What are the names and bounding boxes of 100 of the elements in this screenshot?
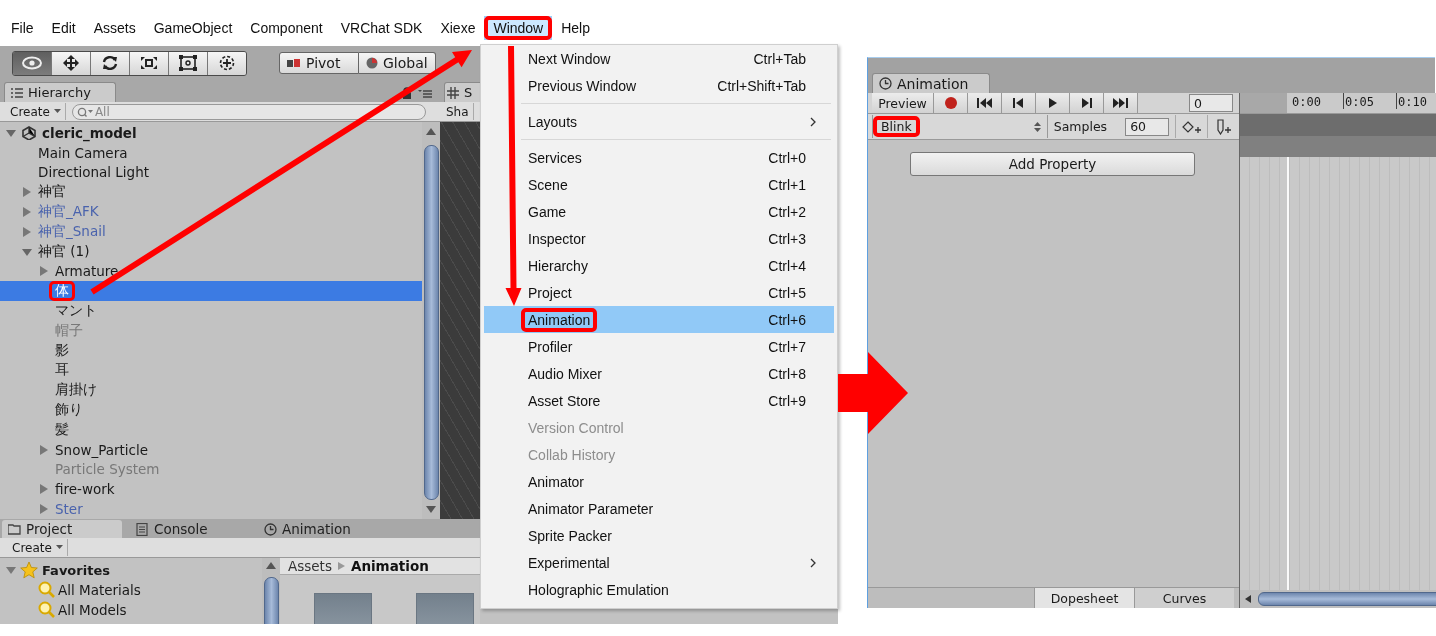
- menu-item[interactable]: Previous Window Ctrl+Shift+Tab: [484, 72, 834, 99]
- tool-button[interactable]: [13, 51, 52, 75]
- menu-item[interactable]: Holographic Emulation: [484, 576, 834, 603]
- hierarchy-item[interactable]: Snow_Particle: [0, 439, 422, 460]
- panel-tab[interactable]: Console: [130, 520, 250, 538]
- scrollbar[interactable]: [422, 122, 440, 519]
- hierarchy-item[interactable]: 耳: [0, 360, 422, 381]
- shading-dropdown[interactable]: Sha: [442, 103, 474, 120]
- transport-button[interactable]: [968, 93, 1002, 113]
- frame-field[interactable]: 0: [1189, 94, 1233, 112]
- menu-item[interactable]: Experimental: [484, 549, 834, 576]
- hierarchy-item[interactable]: 飾り: [0, 400, 422, 420]
- favorites-item[interactable]: All Materials: [0, 580, 262, 600]
- panel-tab[interactable]: Animation: [258, 520, 378, 538]
- panel-tab[interactable]: Project: [2, 520, 122, 538]
- create-dropdown[interactable]: Create: [8, 539, 68, 556]
- menu-item[interactable]: Help: [552, 16, 599, 40]
- hierarchy-tab[interactable]: Hierarchy: [4, 82, 116, 102]
- breadcrumb-link[interactable]: Assets: [288, 558, 332, 574]
- menu-item[interactable]: Window: [484, 16, 553, 40]
- search-icon: [76, 106, 93, 117]
- unity-scene-icon: [22, 125, 36, 140]
- menu-item[interactable]: Assets: [84, 16, 145, 40]
- transport-button[interactable]: [1036, 93, 1070, 113]
- tool-button[interactable]: [52, 51, 91, 75]
- menu-item[interactable]: Component: [241, 16, 332, 40]
- search-icon: [38, 581, 56, 599]
- view-tab[interactable]: Curves: [1134, 588, 1234, 608]
- scrollbar[interactable]: [262, 558, 280, 624]
- menu-item[interactable]: Hierarchy Ctrl+4: [484, 252, 834, 279]
- time-label: 0:00: [1291, 94, 1322, 109]
- menu-item[interactable]: Project Ctrl+5: [484, 279, 834, 306]
- hierarchy-item[interactable]: 体: [0, 281, 422, 302]
- time-label: 0:10: [1396, 93, 1436, 109]
- asset-thumbnail[interactable]: [314, 593, 372, 624]
- breadcrumb-link[interactable]: Animation: [350, 558, 429, 574]
- hierarchy-item[interactable]: 神官 (1): [0, 241, 422, 262]
- menu-item[interactable]: Animator: [484, 468, 834, 495]
- menu-item[interactable]: File: [2, 16, 43, 40]
- global-button[interactable]: Global: [359, 52, 436, 74]
- add-property-button[interactable]: Add Property: [910, 152, 1195, 176]
- hierarchy-item[interactable]: Main Camera: [0, 142, 422, 163]
- menu-icon: [418, 88, 432, 98]
- menu-item[interactable]: Inspector Ctrl+3: [484, 225, 834, 252]
- favorites-item[interactable]: Favorites: [0, 560, 262, 580]
- menu-item[interactable]: Next Window Ctrl+Tab: [484, 45, 834, 72]
- menu-item[interactable]: Services Ctrl+0: [484, 144, 834, 171]
- preview-button[interactable]: Preview: [872, 93, 934, 113]
- pivot-icon: [287, 58, 301, 68]
- hierarchy-item[interactable]: 髪: [0, 419, 422, 440]
- hierarchy-item[interactable]: fire-work: [0, 479, 422, 500]
- tool-button[interactable]: [169, 51, 208, 75]
- scrollbar[interactable]: [1240, 590, 1436, 608]
- tool-button[interactable]: [91, 51, 130, 75]
- hierarchy-item[interactable]: Directional Light: [0, 162, 422, 183]
- hierarchy-item[interactable]: 影: [0, 340, 422, 361]
- create-dropdown[interactable]: Create: [6, 103, 66, 120]
- menu-item[interactable]: GameObject: [144, 16, 242, 40]
- move-arrows-icon: [61, 55, 81, 71]
- menu-item[interactable]: Profiler Ctrl+7: [484, 333, 834, 360]
- scroll-left-icon: [1244, 595, 1252, 603]
- menu-item[interactable]: Game Ctrl+2: [484, 198, 834, 225]
- animation-tab[interactable]: Animation: [872, 73, 990, 93]
- transport-button[interactable]: [1070, 93, 1104, 113]
- hierarchy-item[interactable]: 肩掛け: [0, 380, 422, 401]
- tool-button[interactable]: [208, 51, 246, 75]
- samples-field[interactable]: 60: [1125, 117, 1170, 136]
- last-frame-icon: [1112, 97, 1129, 109]
- hierarchy-item[interactable]: マント: [0, 301, 422, 321]
- menu-item[interactable]: Animator Parameter: [484, 495, 834, 522]
- transport-button[interactable]: [1104, 93, 1138, 113]
- clip-dropdown[interactable]: Blink: [872, 115, 1048, 138]
- menu-item[interactable]: Scene Ctrl+1: [484, 171, 834, 198]
- menu-item[interactable]: Edit: [42, 16, 85, 40]
- transport-button[interactable]: [1002, 93, 1036, 113]
- caret-icon: [53, 109, 61, 114]
- globe-icon: [366, 57, 378, 69]
- hierarchy-item[interactable]: Armature: [0, 261, 422, 282]
- hierarchy-item[interactable]: 神官: [0, 182, 422, 203]
- folder-icon: [8, 522, 21, 536]
- favorites-item[interactable]: All Models: [0, 600, 262, 620]
- record-button[interactable]: [934, 93, 968, 113]
- tool-button[interactable]: [130, 51, 169, 75]
- menu-item[interactable]: VRChat SDK: [331, 16, 432, 40]
- asset-thumbnail[interactable]: [416, 593, 474, 624]
- menu-item[interactable]: Animation Ctrl+6: [484, 306, 834, 333]
- menu-item[interactable]: Layouts: [484, 108, 834, 135]
- first-frame-icon: [976, 97, 993, 109]
- hierarchy-item[interactable]: cleric_model: [0, 123, 422, 143]
- record-icon: [943, 96, 958, 110]
- star-icon: [20, 561, 38, 579]
- menu-item[interactable]: Xiexe: [431, 16, 485, 40]
- caret-icon: [55, 545, 63, 550]
- list-icon: [11, 87, 23, 98]
- grid-icon: [447, 86, 459, 99]
- menu-item[interactable]: Asset Store Ctrl+9: [484, 387, 834, 414]
- view-tab[interactable]: Dopesheet: [1034, 588, 1134, 608]
- menu-item[interactable]: Audio Mixer Ctrl+8: [484, 360, 834, 387]
- menu-item[interactable]: Sprite Packer: [484, 522, 834, 549]
- pivot-button[interactable]: Pivot: [279, 52, 359, 74]
